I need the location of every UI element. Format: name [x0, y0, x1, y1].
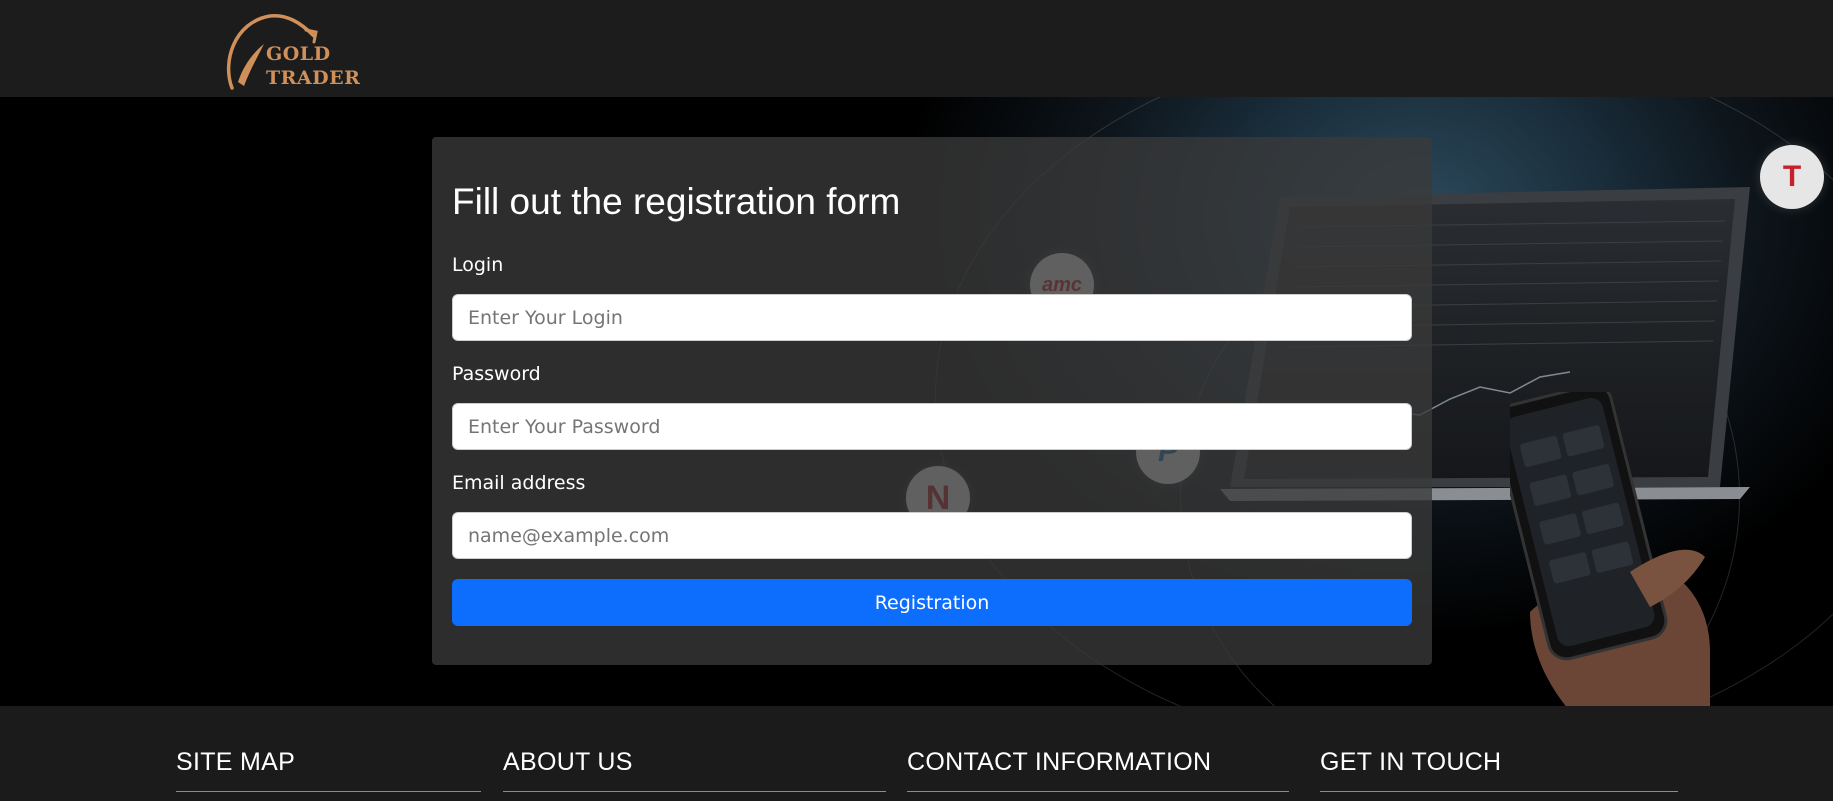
- footer-divider: [176, 791, 481, 792]
- footer-heading-get-in-touch: GET IN TOUCH: [1320, 748, 1502, 776]
- footer-heading-about-us: ABOUT US: [503, 748, 633, 776]
- footer-divider: [1320, 791, 1678, 792]
- password-input[interactable]: [452, 403, 1412, 450]
- footer-get-in-touch: GET IN TOUCH: [1320, 748, 1501, 777]
- email-input[interactable]: [452, 512, 1412, 559]
- logo-line-trader: TRADER: [266, 67, 361, 89]
- logo-line-gold: GOLD: [266, 43, 331, 65]
- tesla-logo-text: T: [1782, 160, 1802, 193]
- footer-heading-site-map: SITE MAP: [176, 748, 296, 776]
- site-footer: SITE MAP ABOUT US CONTACT INFORMATION GE…: [0, 706, 1833, 801]
- registration-form-panel: Fill out the registration form Login Pas…: [432, 137, 1432, 665]
- login-label: Login: [452, 254, 504, 276]
- gold-trader-logo[interactable]: GOLD TRADER: [224, 12, 384, 92]
- login-input[interactable]: [452, 294, 1412, 341]
- footer-about-us: ABOUT US: [503, 748, 633, 777]
- footer-site-map: SITE MAP: [176, 748, 295, 777]
- tesla-logo-icon: T: [1760, 145, 1824, 209]
- password-label: Password: [452, 363, 541, 385]
- logo-wordmark: GOLD TRADER: [266, 42, 360, 90]
- hero-section: amc N T P Fill out the registration form…: [0, 97, 1833, 706]
- registration-button[interactable]: Registration: [452, 579, 1412, 626]
- footer-heading-contact-information: CONTACT INFORMATION: [907, 748, 1212, 776]
- email-label: Email address: [452, 472, 586, 494]
- footer-contact-information: CONTACT INFORMATION: [907, 748, 1211, 777]
- form-title: Fill out the registration form: [452, 181, 901, 222]
- footer-divider: [503, 791, 886, 792]
- site-header: GOLD TRADER: [0, 0, 1833, 97]
- phone-illustration: [1510, 392, 1710, 706]
- footer-divider: [907, 791, 1289, 792]
